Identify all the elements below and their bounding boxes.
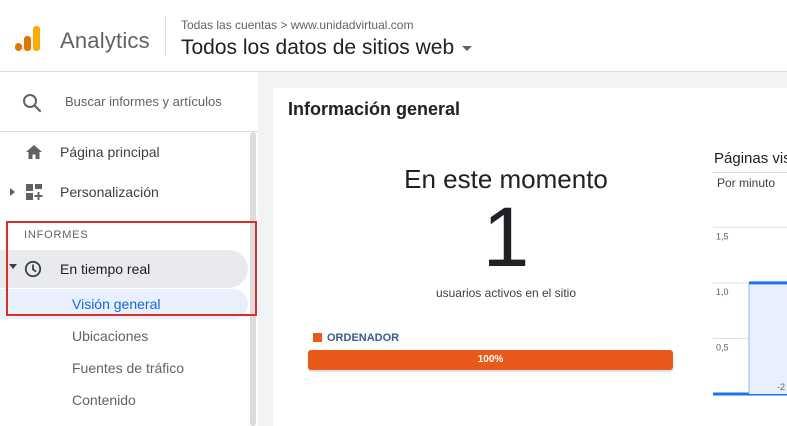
top-bar: Analytics Todas las cuentas > www.unidad…: [0, 0, 787, 72]
overview-panel: Información general En este momento 1 us…: [273, 72, 787, 426]
x-tick-label: -2: [777, 382, 785, 392]
search-row[interactable]: Buscar informes y artículos: [0, 72, 258, 132]
pageviews-title: Páginas vis: [714, 150, 787, 167]
sidebar-item-customization[interactable]: Personalización: [0, 176, 250, 208]
sidebar-item-label: Personalización: [60, 184, 159, 200]
pageviews-divider: [713, 172, 787, 173]
chevron-down-icon: [462, 45, 473, 51]
sidebar-item-label: Página principal: [60, 144, 160, 160]
data-bar[interactable]: [749, 282, 787, 394]
active-users-label: usuarios activos en el sitio: [435, 286, 577, 300]
pageviews-chart[interactable]: 1,5 1,0 0,5 -2: [713, 184, 787, 410]
device-share-bar[interactable]: 100%: [308, 350, 673, 370]
chevron-right-icon[interactable]: [10, 188, 15, 196]
property-selector-label: Todos los datos de sitios web: [181, 36, 455, 59]
breadcrumb[interactable]: Todas las cuentas > www.unidadvirtual.co…: [181, 18, 413, 32]
active-users-count: 1: [482, 190, 530, 284]
device-label: ORDENADOR: [327, 332, 400, 344]
page-title: Información general: [288, 99, 461, 119]
device-share-percent: 100%: [477, 354, 504, 365]
sidebar-subitem-label: Fuentes de tráfico: [72, 360, 185, 376]
sidebar-item-home[interactable]: Página principal: [0, 136, 250, 168]
y-tick-label: 0,5: [716, 342, 729, 352]
sidebar-subitem-content[interactable]: Contenido: [0, 385, 248, 415]
sidebar-subitem-traffic-sources[interactable]: Fuentes de tráfico: [0, 353, 248, 383]
sidebar-subitem-label: Contenido: [72, 392, 136, 408]
header-divider: [165, 16, 166, 56]
analytics-logo-icon[interactable]: [15, 25, 43, 55]
highlight-annotation-box: [6, 221, 257, 316]
property-selector[interactable]: Todos los datos de sitios web: [181, 36, 473, 60]
legend-swatch: [313, 333, 322, 342]
sidebar-subitem-label: Ubicaciones: [72, 328, 149, 344]
search-icon: [23, 94, 42, 113]
home-icon: [26, 145, 42, 159]
y-tick-label: 1,0: [716, 287, 729, 297]
app-name: Analytics: [60, 28, 150, 53]
y-tick-label: 1,5: [716, 231, 729, 241]
sidebar-subitem-locations[interactable]: Ubicaciones: [0, 321, 248, 351]
search-input[interactable]: Buscar informes y artículos: [65, 94, 222, 109]
dashboard-plus-icon: [26, 184, 43, 200]
